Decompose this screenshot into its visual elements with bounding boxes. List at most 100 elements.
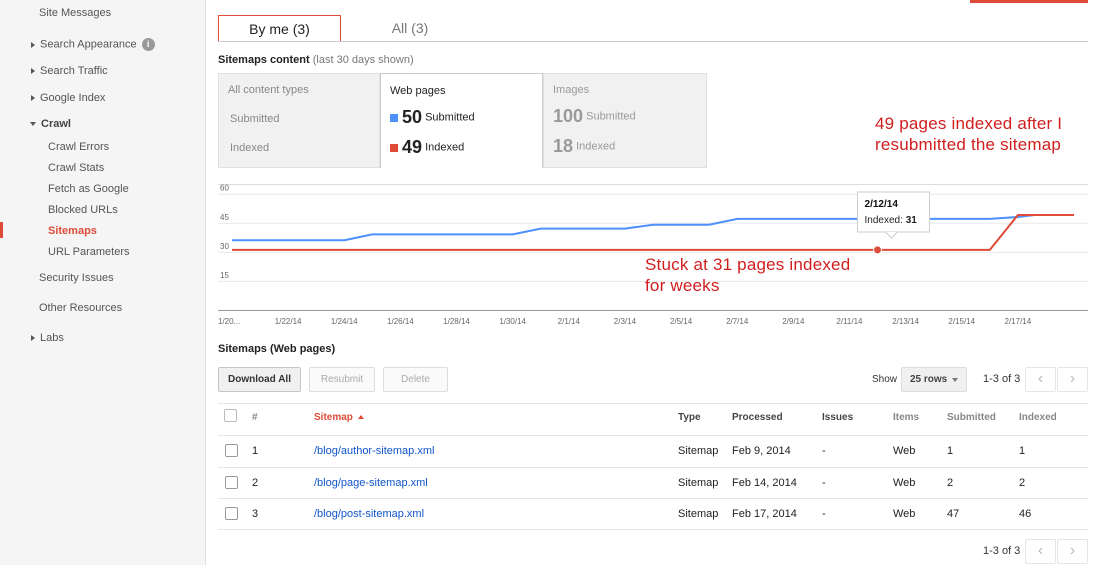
submitted-count: 50: [402, 107, 423, 127]
column-header-processed[interactable]: Processed: [732, 412, 783, 423]
chevron-right-icon: [31, 335, 35, 342]
hover-data-point: [873, 245, 883, 255]
row-submitted: 2: [947, 477, 954, 489]
sidebar-item-crawl[interactable]: Crawl: [30, 118, 71, 130]
sidebar-item-search-appearance[interactable]: Search Appearance i: [31, 38, 155, 51]
x-tick-label: 2/7/14: [726, 317, 749, 326]
table-divider: [218, 498, 1088, 499]
y-tick-label: 30: [220, 242, 229, 251]
tab-all[interactable]: All (3): [340, 15, 480, 42]
delete-button[interactable]: Delete: [383, 367, 448, 392]
chevron-right-icon: [31, 68, 35, 75]
y-tick-label: 45: [220, 213, 229, 222]
sidebar-item-security-issues[interactable]: Security Issues: [39, 272, 114, 284]
sidebar-item-label: Search Traffic: [40, 65, 108, 77]
row-number: 2: [252, 477, 259, 489]
chevron-right-icon: [31, 41, 35, 48]
sidebar-item-fetch-as-google[interactable]: Fetch as Google: [48, 183, 129, 195]
sidebar-item-google-index[interactable]: Google Index: [31, 92, 105, 104]
x-tick-label: 1/20...: [218, 317, 240, 326]
column-header-issues[interactable]: Issues: [822, 412, 853, 423]
row-checkbox[interactable]: [225, 444, 238, 457]
chevron-down-icon: [952, 378, 958, 382]
section-title: Sitemaps content: [218, 54, 310, 66]
sidebar-item-crawl-errors[interactable]: Crawl Errors: [48, 141, 109, 153]
sidebar-item-site-messages[interactable]: Site Messages: [39, 7, 111, 19]
row-items: Web: [893, 445, 916, 457]
indexed-label: Indexed: [576, 140, 616, 153]
x-tick-label: 1/24/14: [331, 317, 358, 326]
sidebar-item-labs[interactable]: Labs: [31, 332, 64, 344]
sidebar-item-blocked-urls[interactable]: Blocked URLs: [48, 204, 118, 216]
sidebar-item-crawl-stats[interactable]: Crawl Stats: [48, 162, 104, 174]
footer-pager-text: 1-3 of 3: [983, 545, 1021, 557]
x-tick-label: 1/28/14: [443, 317, 470, 326]
row-number: 3: [252, 508, 259, 520]
sidebar-item-url-parameters[interactable]: URL Parameters: [48, 246, 130, 258]
x-tick-label: 2/3/14: [614, 317, 637, 326]
x-tick-label: 2/5/14: [670, 317, 693, 326]
sidebar-item-label: Sitemaps: [48, 225, 97, 237]
chart-tooltip-pointer: [885, 231, 898, 239]
download-all-button[interactable]: Download All: [218, 367, 301, 392]
active-indicator: [0, 222, 3, 238]
add-sitemap-button-edge[interactable]: [970, 0, 1088, 3]
section-subtitle: (last 30 days shown): [312, 54, 414, 66]
row-submitted: 1: [947, 445, 954, 457]
submitted-series-line: [232, 214, 1074, 242]
content-type-images[interactable]: Images 100 Submitted 18 Indexed: [543, 73, 707, 168]
web-submitted-stat: 50 Submitted: [390, 107, 475, 128]
tooltip-value: Indexed: 31: [865, 215, 918, 226]
indexed-label: Indexed: [425, 141, 465, 154]
sidebar-item-label: Crawl: [41, 118, 71, 130]
sidebar-item-other-resources[interactable]: Other Resources: [39, 302, 122, 314]
row-checkbox[interactable]: [225, 507, 238, 520]
sidebar-item-label: Fetch as Google: [48, 183, 129, 195]
annotation-line: resubmitted the sitemap: [875, 135, 1062, 154]
tab-by-me[interactable]: By me (3): [218, 15, 341, 42]
prev-page-button[interactable]: ‹: [1025, 367, 1056, 392]
resubmit-button[interactable]: Resubmit: [309, 367, 375, 392]
sidebar-item-sitemaps[interactable]: Sitemaps: [48, 225, 97, 237]
content-type-label: Images: [553, 84, 590, 96]
row-type: Sitemap: [678, 445, 719, 457]
sitemap-link[interactable]: /blog/author-sitemap.xml: [314, 445, 434, 457]
x-tick-label: 2/9/14: [782, 317, 805, 326]
x-tick-label: 1/30/14: [499, 317, 526, 326]
content-type-web-pages[interactable]: Web pages 50 Submitted 49 Indexed: [380, 73, 543, 168]
x-tick-label: 2/1/14: [558, 317, 581, 326]
column-header-indexed: Indexed: [1019, 412, 1057, 423]
x-tick-label: 1/22/14: [275, 317, 302, 326]
column-header-type[interactable]: Type: [678, 412, 701, 423]
info-icon[interactable]: i: [141, 38, 155, 51]
sitemap-link[interactable]: /blog/post-sitemap.xml: [314, 508, 424, 520]
sidebar-item-search-traffic[interactable]: Search Traffic: [31, 65, 108, 77]
sidebar-item-label: Crawl Errors: [48, 141, 110, 153]
rows-per-page-select[interactable]: 25 rows: [901, 367, 967, 392]
content-type-all[interactable]: All content types Submitted Indexed: [218, 73, 380, 168]
column-header-items: Items: [893, 412, 920, 423]
next-page-button[interactable]: ›: [1057, 367, 1088, 392]
row-processed: Feb 14, 2014: [732, 477, 797, 489]
footer-next-page-button[interactable]: ›: [1057, 539, 1088, 564]
sitemaps-content-title: Sitemaps content (last 30 days shown): [218, 54, 414, 66]
sidebar-item-label: Crawl Stats: [48, 162, 105, 174]
column-header-label: Sitemap: [314, 412, 353, 423]
indexed-legend-swatch: [390, 143, 398, 152]
sidebar: Site Messages Search Appearance i Search …: [0, 0, 206, 565]
x-tick-label: 2/11/14: [836, 317, 863, 326]
row-checkbox[interactable]: [225, 476, 238, 489]
chart-tooltip-box: [857, 191, 931, 233]
footer-prev-page-button[interactable]: ‹: [1025, 539, 1056, 564]
submitted-label: Submitted: [586, 110, 636, 123]
sidebar-item-label: Security Issues: [39, 272, 114, 284]
table-divider: [218, 435, 1088, 436]
row-indexed: 1: [1019, 445, 1026, 457]
sitemap-link[interactable]: /blog/page-sitemap.xml: [314, 477, 428, 489]
x-tick-label: 1/26/14: [387, 317, 414, 326]
row-processed: Feb 9, 2014: [732, 445, 791, 457]
column-header-sitemap[interactable]: Sitemap: [314, 412, 364, 423]
show-label: Show: [872, 374, 898, 385]
sidebar-item-label: Search Appearance: [40, 38, 137, 51]
select-all-checkbox[interactable]: [224, 409, 237, 422]
